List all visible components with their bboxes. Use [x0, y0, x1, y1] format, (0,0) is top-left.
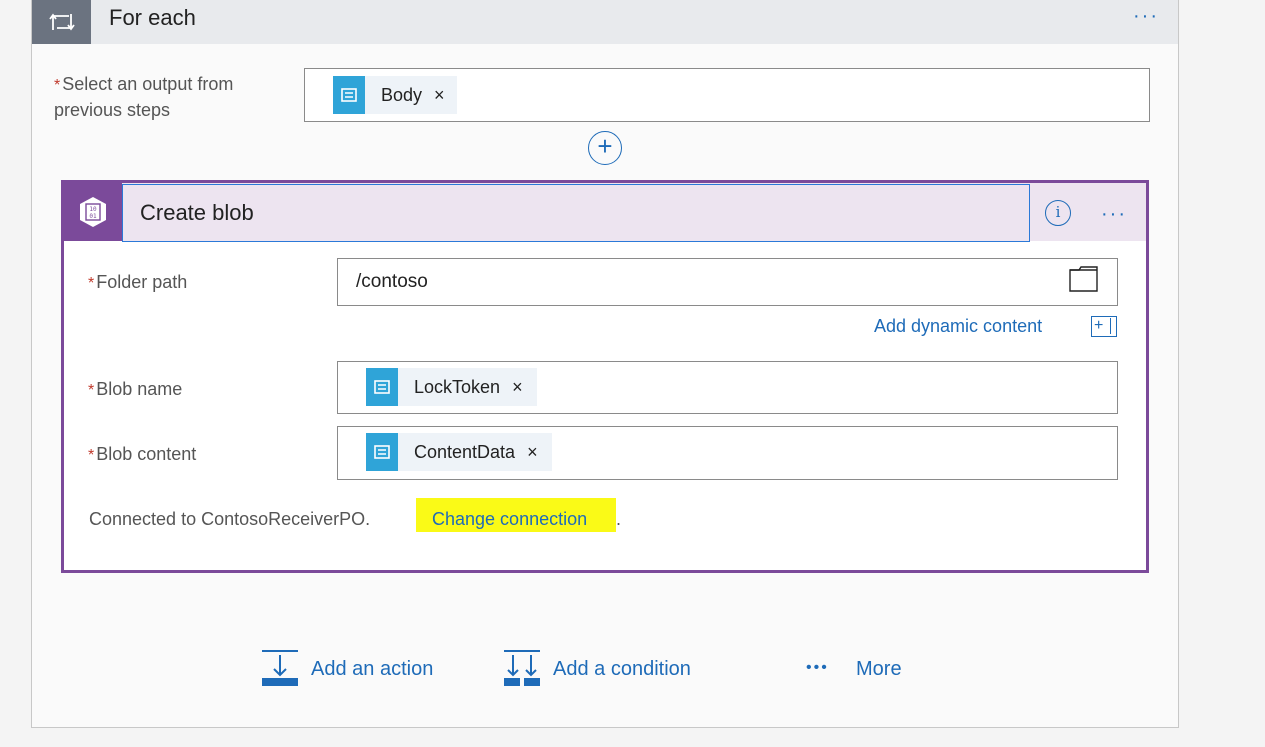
- blob-icon-bits-top: 10: [89, 206, 97, 213]
- select-output-field[interactable]: Body ×: [304, 68, 1150, 122]
- blob-name-label-text: Blob name: [96, 379, 183, 399]
- change-connection-link[interactable]: Change connection: [432, 507, 587, 531]
- create-blob-title: Create blob: [140, 200, 254, 225]
- remove-token-icon[interactable]: ×: [527, 442, 538, 463]
- add-action-icon[interactable]: [261, 649, 299, 692]
- dynamic-token-icon: [366, 433, 398, 471]
- blob-icon-bits-bottom: 01: [89, 213, 97, 220]
- info-icon[interactable]: i: [1045, 200, 1071, 226]
- blob-storage-icon: 10 01: [64, 183, 122, 241]
- dynamic-token-icon: [333, 76, 365, 114]
- remove-token-icon[interactable]: ×: [434, 85, 445, 106]
- add-condition-link[interactable]: Add a condition: [553, 656, 691, 682]
- required-marker: *: [88, 447, 95, 464]
- foreach-more-menu-icon[interactable]: ···: [1133, 6, 1159, 26]
- contentdata-token[interactable]: ContentData ×: [366, 433, 552, 471]
- dynamic-token-icon: [366, 368, 398, 406]
- blob-name-input[interactable]: LockToken ×: [337, 361, 1118, 414]
- required-marker: *: [88, 275, 95, 292]
- folder-path-label-text: Folder path: [96, 272, 188, 292]
- required-marker: *: [54, 77, 61, 94]
- create-blob-title-input[interactable]: Create blob: [122, 184, 1030, 242]
- select-output-label-text: Select an output from previous steps: [54, 74, 234, 120]
- add-dynamic-content-link[interactable]: Add dynamic content: [874, 314, 1042, 338]
- blob-name-label: * Blob name: [88, 377, 182, 403]
- required-marker: *: [88, 382, 95, 399]
- connection-status-text: Connected to ContosoReceiverPO.: [89, 509, 371, 529]
- folder-path-input[interactable]: /contoso: [337, 258, 1118, 306]
- foreach-loop-icon: [32, 0, 91, 44]
- body-token-label: Body: [381, 84, 423, 105]
- add-step-plus-icon[interactable]: +: [588, 131, 622, 165]
- blob-content-input[interactable]: ContentData ×: [337, 426, 1118, 480]
- more-link[interactable]: More: [856, 656, 902, 682]
- locktoken-token[interactable]: LockToken ×: [366, 368, 537, 406]
- add-dynamic-content-icon[interactable]: +: [1091, 316, 1117, 337]
- folder-icon[interactable]: [1069, 266, 1099, 297]
- blob-more-menu-icon[interactable]: ···: [1101, 204, 1127, 224]
- locktoken-token-label: LockToken: [414, 376, 501, 397]
- connection-period: .: [616, 509, 622, 529]
- folder-path-label: * Folder path: [88, 270, 187, 296]
- add-action-link[interactable]: Add an action: [311, 656, 433, 682]
- contentdata-token-label: ContentData: [414, 441, 516, 462]
- remove-token-icon[interactable]: ×: [512, 377, 523, 398]
- blob-content-label-text: Blob content: [96, 444, 197, 464]
- select-output-label: * Select an output from previous steps: [54, 72, 304, 122]
- foreach-title: For each: [109, 5, 196, 30]
- add-condition-icon[interactable]: [503, 649, 541, 692]
- body-token[interactable]: Body ×: [333, 76, 457, 114]
- blob-content-label: * Blob content: [88, 442, 196, 468]
- more-dots-icon[interactable]: •••: [806, 659, 829, 677]
- foreach-header[interactable]: [32, 0, 1178, 44]
